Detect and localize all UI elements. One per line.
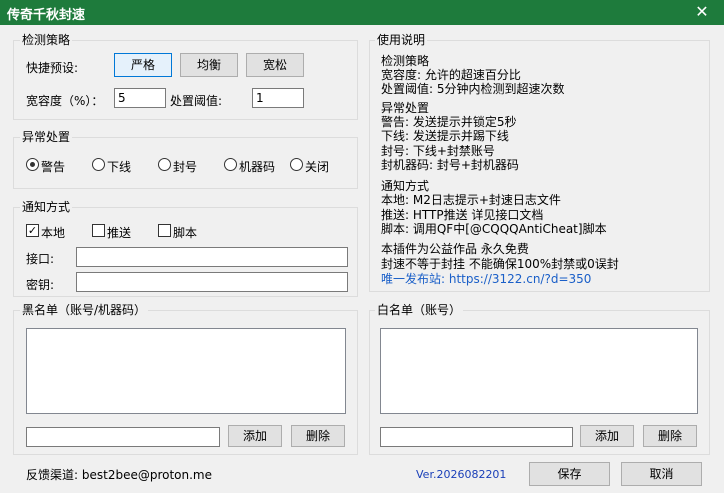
- checkbox-local[interactable]: ✓: [26, 224, 39, 237]
- blacklist-listbox[interactable]: [26, 328, 346, 414]
- abnormal-group-label: 异常处置: [20, 130, 73, 144]
- blacklist-add-button[interactable]: 添加: [228, 425, 282, 447]
- radio-warning[interactable]: [26, 158, 39, 171]
- help-line: 异常处置: [381, 101, 430, 115]
- checkbox-push[interactable]: [92, 224, 105, 237]
- whitelist-add-button[interactable]: 添加: [580, 425, 634, 447]
- help-line: 本插件为公益作品 永久免费: [381, 242, 529, 256]
- help-line: 警告: 发送提示并锁定5秒: [381, 115, 517, 129]
- checkbox-push-label[interactable]: 推送: [107, 224, 131, 241]
- key-input[interactable]: [76, 272, 348, 292]
- cancel-button[interactable]: 取消: [621, 462, 702, 486]
- tolerance-label: 宽容度（%）：: [26, 94, 104, 108]
- help-line: 封机器码: 封号+封机器码: [381, 158, 519, 172]
- help-line: 封速不等于封挂 不能确保100%封禁或0误封: [381, 257, 619, 271]
- notify-group-label: 通知方式: [20, 200, 73, 214]
- preset-label: 快捷预设:: [26, 61, 79, 75]
- preset-strict-button[interactable]: 严格: [114, 53, 172, 77]
- interface-label: 接口:: [26, 252, 55, 266]
- blacklist-input[interactable]: [26, 427, 220, 447]
- radio-ban[interactable]: [158, 158, 171, 171]
- radio-off[interactable]: [290, 158, 303, 171]
- help-line: 下线: 发送提示并踢下线: [381, 129, 509, 143]
- radio-off-label[interactable]: 关闭: [305, 158, 329, 175]
- radio-offline[interactable]: [92, 158, 105, 171]
- save-button[interactable]: 保存: [529, 462, 610, 486]
- blacklist-group-label: 黑名单（账号/机器码）: [20, 303, 149, 317]
- whitelist-input[interactable]: [380, 427, 573, 447]
- strategy-group-label: 检测策略: [20, 33, 73, 47]
- help-line: 本地: M2日志提示+封速日志文件: [381, 193, 561, 207]
- whitelist-group-label: 白名单（账号）: [375, 303, 464, 317]
- radio-machine-code[interactable]: [224, 158, 237, 171]
- interface-input[interactable]: [76, 247, 348, 267]
- feedback-text: 反馈渠道: best2bee@proton.me: [26, 468, 213, 482]
- help-line: 封号: 下线+封禁账号: [381, 144, 495, 158]
- radio-ban-label[interactable]: 封号: [173, 158, 197, 175]
- title-bar: 传奇千秋封速 ✕: [0, 0, 724, 25]
- whitelist-delete-button[interactable]: 删除: [643, 425, 697, 447]
- radio-warning-label[interactable]: 警告: [41, 158, 65, 175]
- window-title: 传奇千秋封速: [7, 8, 86, 23]
- help-line: 推送: HTTP推送 详见接口文档: [381, 208, 544, 222]
- key-label: 密钥:: [26, 278, 55, 292]
- version-text: Ver.2026082201: [416, 468, 507, 481]
- radio-machine-code-label[interactable]: 机器码: [239, 158, 275, 175]
- help-line: 脚本: 调用QF中[@CQQQAntiCheat]脚本: [381, 222, 607, 236]
- tolerance-input[interactable]: 5: [114, 88, 166, 108]
- checkbox-local-label[interactable]: 本地: [41, 224, 65, 241]
- close-icon[interactable]: ✕: [680, 0, 724, 25]
- preset-loose-button[interactable]: 宽松: [246, 53, 304, 77]
- threshold-input[interactable]: 1: [252, 88, 304, 108]
- help-line: 宽容度: 允许的超速百分比: [381, 68, 521, 82]
- checkbox-script-label[interactable]: 脚本: [173, 224, 197, 241]
- release-site-link[interactable]: 唯一发布站: https://3122.cn/?d=350: [381, 272, 591, 286]
- radio-offline-label[interactable]: 下线: [107, 158, 131, 175]
- help-group-label: 使用说明: [375, 33, 428, 47]
- threshold-label: 处置阈值:: [170, 94, 223, 108]
- preset-balanced-button[interactable]: 均衡: [180, 53, 238, 77]
- help-line: 通知方式: [381, 179, 430, 193]
- whitelist-listbox[interactable]: [380, 328, 698, 414]
- blacklist-delete-button[interactable]: 删除: [291, 425, 345, 447]
- help-line: 处置阈值: 5分钟内检测到超速次数: [381, 82, 565, 96]
- checkbox-script[interactable]: [158, 224, 171, 237]
- help-line: 检测策略: [381, 54, 430, 68]
